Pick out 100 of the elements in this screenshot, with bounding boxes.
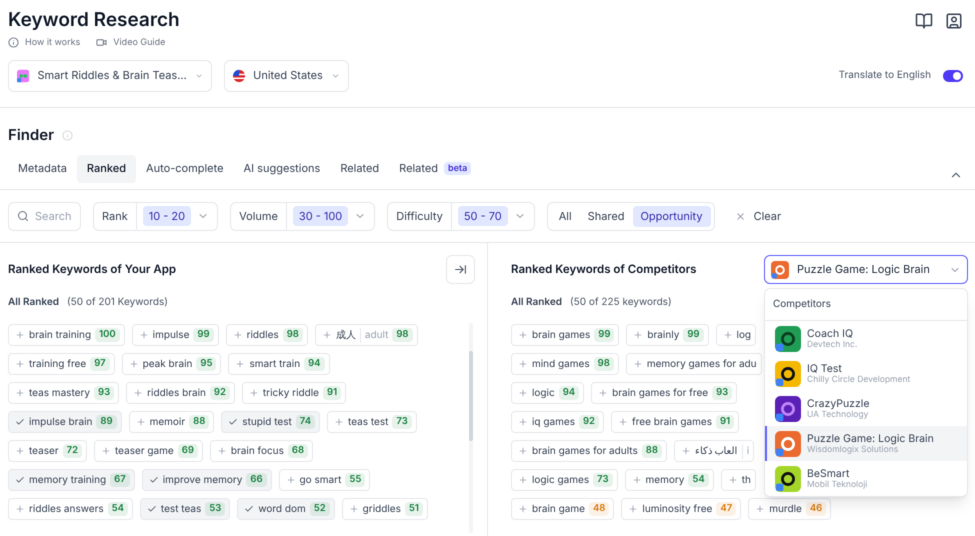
keyword-chip[interactable]: brain games 99: [511, 324, 620, 346]
keyword-chip[interactable]: stupid test 74: [221, 411, 320, 433]
keyword-chip[interactable]: improve memory 66: [142, 469, 272, 491]
search-input[interactable]: Search: [35, 208, 72, 224]
keyword-chip[interactable]: teaser 72: [8, 440, 87, 462]
keyword-chip[interactable]: 成人 adult 98: [314, 324, 418, 346]
keyword-count: (50 of 225 keywords): [570, 295, 672, 310]
plus-icon: [15, 388, 25, 398]
keyword-chip[interactable]: th: [720, 469, 756, 491]
close-icon: [734, 210, 746, 222]
range-filter[interactable]: Volume 30 - 100: [230, 202, 376, 230]
subtitle: All Ranked: [511, 295, 562, 310]
score-badge: 88: [642, 444, 662, 458]
competitor-option[interactable]: Coach IQ Devtech Inc.: [765, 321, 967, 356]
keyword-chip[interactable]: impulse 99: [132, 324, 219, 346]
keyword-chip[interactable]: luminosity free 47: [621, 498, 742, 520]
tab[interactable]: Metadata: [8, 154, 77, 182]
keyword-chip[interactable]: teas mastery 93: [8, 382, 120, 404]
plus-icon: [518, 504, 528, 514]
guide-link[interactable]: Video Guide: [96, 36, 166, 50]
range-filter[interactable]: Difficulty 50 - 70: [387, 202, 535, 230]
keyword-chip[interactable]: iq games 92: [511, 411, 604, 433]
competitor-option[interactable]: IQ Test Chilly Circle Development: [765, 356, 967, 391]
keyword-chip[interactable]: brain training 100: [8, 324, 125, 346]
score-badge: 98: [282, 328, 303, 342]
score-badge: 48: [588, 502, 610, 516]
keyword-chip[interactable]: riddles 98: [226, 324, 308, 346]
score-badge: 67: [110, 472, 130, 488]
keyword-chip[interactable]: peak brain 95: [122, 353, 222, 375]
keyword-chip[interactable]: impulse brain 89: [8, 411, 122, 433]
plus-icon: [248, 388, 259, 398]
competitor-option[interactable]: Puzzle Game: Logic Brain Wisdomlogix Solutions: [765, 426, 967, 461]
score-badge: 99: [594, 328, 614, 342]
keyword-chip[interactable]: test teas 53: [140, 498, 230, 520]
keyword-chip[interactable]: go smart 55: [278, 469, 370, 491]
keyword-chip[interactable]: logic 94: [511, 382, 584, 404]
competitor-select[interactable]: Puzzle Game: Logic Brain: [764, 255, 968, 284]
plus-icon: [518, 388, 528, 398]
keyword-chip[interactable]: training free 97: [8, 353, 115, 375]
keyword-chip[interactable]: tricky riddle 91: [242, 382, 346, 404]
plus-icon: [728, 475, 738, 485]
score-badge: 88: [189, 414, 210, 430]
keyword-chip[interactable]: memory 54: [624, 469, 714, 491]
keyword-chip[interactable]: brain games for free 93: [591, 382, 738, 404]
developer-name: Chilly Circle Development: [807, 374, 910, 386]
clear-button[interactable]: Clear: [726, 208, 790, 224]
keyword-chip[interactable]: brainly 99: [626, 324, 709, 346]
keyword-chip[interactable]: log: [716, 324, 756, 346]
keyword-chip[interactable]: mind games 98: [511, 353, 619, 375]
panel-title: Ranked Keywords of Your App: [8, 260, 176, 278]
plus-icon: [286, 475, 296, 485]
tab[interactable]: Auto-complete: [136, 154, 234, 182]
range-filter[interactable]: Rank 10 - 20: [93, 202, 218, 230]
keyword-chip[interactable]: memoir 88: [128, 411, 214, 433]
score-badge: 68: [288, 444, 308, 458]
score-badge: 97: [90, 356, 110, 372]
keyword-chip[interactable]: memory training 67: [8, 469, 135, 491]
search-field[interactable]: Search: [8, 202, 81, 230]
score-badge: 92: [578, 414, 599, 430]
keyword-chip[interactable]: teaser game 69: [94, 440, 203, 462]
check-icon: [15, 475, 25, 485]
competitor-option[interactable]: CrazyPuzzle UA Technology: [765, 391, 967, 426]
score-badge: 94: [304, 356, 325, 372]
plus-icon: [15, 330, 25, 340]
keyword-chip[interactable]: murdle 46: [748, 498, 832, 520]
keyword-chip[interactable]: logic games 73: [511, 469, 618, 491]
keyword-chip[interactable]: smart train 94: [228, 353, 330, 375]
keyword-chip[interactable]: brain games for adults 88: [511, 440, 667, 462]
translate-toggle[interactable]: [943, 70, 963, 82]
plus-icon: [322, 330, 332, 340]
competitor-option[interactable]: BeSmart Mobil Teknoloji: [765, 461, 967, 496]
app-icon: [775, 396, 801, 422]
keyword-chip[interactable]: griddles 51: [342, 498, 428, 520]
keyword-chip[interactable]: free brain games 91: [610, 411, 740, 433]
keyword-chip[interactable]: brain game 48: [511, 498, 614, 520]
range-value: 50 - 70: [458, 206, 508, 226]
score-badge: 69: [178, 444, 198, 458]
keyword-chip[interactable]: riddles brain 92: [126, 382, 235, 404]
keyword-chip[interactable]: brain focus 68: [210, 440, 314, 462]
profile-icon[interactable]: [945, 12, 963, 30]
plus-icon: [680, 446, 691, 456]
tab[interactable]: AI suggestions: [234, 154, 330, 182]
keyword-chip[interactable]: memory games for adu: [626, 353, 762, 375]
country-select[interactable]: United States: [224, 60, 349, 92]
app-select[interactable]: Smart Riddles & Brain Teas...: [8, 60, 212, 92]
segment-button[interactable]: Shared: [580, 206, 632, 226]
tab[interactable]: Related beta: [389, 154, 482, 182]
segment-button[interactable]: All: [550, 206, 580, 226]
tab[interactable]: Ranked: [76, 154, 136, 182]
collapse-button[interactable]: [446, 255, 475, 284]
segment-button[interactable]: Opportunity: [632, 206, 711, 226]
book-icon[interactable]: [915, 12, 933, 30]
keyword-chip[interactable]: word dom 52: [237, 498, 335, 520]
tab[interactable]: Related: [330, 154, 390, 182]
subtitle: All Ranked: [8, 295, 59, 310]
guide-link[interactable]: How it works: [8, 36, 80, 50]
keyword-chip[interactable]: teas test 73: [327, 411, 417, 433]
keyword-chip[interactable]: riddles answers 54: [8, 498, 133, 520]
app-icon: [775, 326, 801, 352]
score-badge: 98: [594, 356, 614, 372]
